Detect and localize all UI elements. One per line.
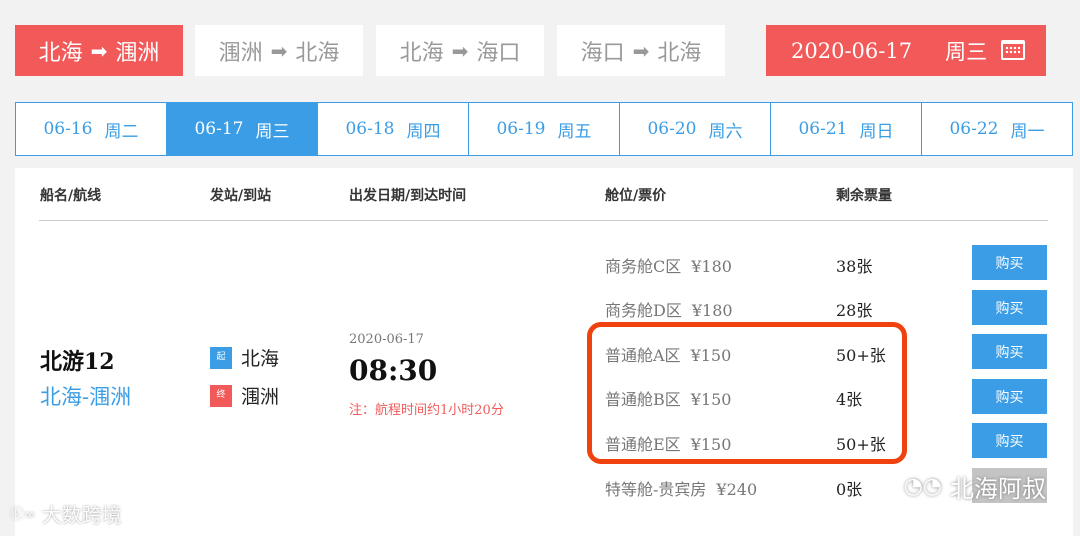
tab-date-0619[interactable]: 06-19 周五 — [469, 103, 620, 155]
header-ship: 船名/航线 — [40, 188, 102, 204]
buy-button[interactable]: 购买 — [972, 379, 1047, 414]
tab-date-0618[interactable]: 06-18 周四 — [318, 103, 469, 155]
tab-weekday: 周日 — [859, 121, 894, 142]
tab-weekday: 周五 — [557, 121, 592, 142]
start-station: 起 北海 — [210, 344, 279, 371]
route-beihai-haikou[interactable]: 北海 ➡ 海口 — [376, 25, 544, 76]
tab-date-0620[interactable]: 06-20 周六 — [620, 103, 771, 155]
watermark-right-text: 北海阿叔 — [950, 475, 1046, 503]
wechat-icon: ◔◔ — [903, 474, 942, 499]
route-from: 北海 — [399, 40, 444, 66]
tab-weekday: 周二 — [104, 121, 139, 142]
cabin-price: ¥180 — [691, 301, 733, 320]
route-weizhou-beihai[interactable]: 涠洲 ➡ 北海 — [195, 25, 363, 76]
date-picker-button[interactable]: 2020-06-17 周三 — [766, 25, 1046, 76]
end-station: 终 涠洲 — [210, 382, 279, 409]
route-to: 涠洲 — [115, 40, 160, 66]
route-from: 涠洲 — [218, 40, 263, 66]
cabin-row: 商务舱D区 ¥180 — [605, 297, 733, 321]
tab-date: 06-22 — [949, 119, 999, 139]
route-to: 北海 — [657, 40, 702, 66]
tab-date: 06-16 — [43, 119, 93, 139]
arrow-right-icon: ➡ — [270, 38, 288, 63]
tab-weekday: 周三 — [255, 121, 290, 142]
tab-date: 06-20 — [647, 119, 697, 139]
tab-date-0617[interactable]: 06-17 周三 — [167, 103, 318, 155]
tab-date: 06-17 — [194, 119, 244, 139]
arrow-right-icon: ➡ — [90, 38, 108, 63]
ship-route: 北海-涠洲 — [40, 385, 132, 409]
watermark-right: ◔◔ 北海阿叔 — [904, 469, 1046, 504]
watermark-left-text: 大数跨境 — [41, 503, 122, 527]
start-station-name: 北海 — [241, 348, 280, 370]
remaining-tickets: 28张 — [836, 301, 873, 320]
header-cabin: 舱位/票价 — [605, 188, 667, 204]
header-divider — [39, 220, 1048, 221]
remaining-tickets: 38张 — [836, 257, 873, 276]
departure-date: 2020-06-17 — [349, 332, 424, 347]
departure-time: 08:30 — [349, 354, 438, 387]
tab-date-0621[interactable]: 06-21 周日 — [771, 103, 922, 155]
tab-date: 06-21 — [798, 119, 848, 139]
tab-weekday: 周一 — [1010, 121, 1045, 142]
route-from: 海口 — [580, 40, 625, 66]
date-tabs: 06-16 周二 06-17 周三 06-18 周四 06-19 周五 06-2… — [15, 102, 1073, 156]
tab-date-0616[interactable]: 06-16 周二 — [16, 103, 167, 155]
tab-date: 06-19 — [496, 119, 546, 139]
end-station-name: 涠洲 — [241, 386, 280, 408]
arrow-right-icon: ➡ — [632, 38, 650, 63]
duration-note: 注：航程时间约1小时20分 — [349, 403, 504, 418]
selected-date: 2020-06-17 — [791, 38, 913, 63]
calendar-icon[interactable] — [1001, 40, 1025, 60]
route-from: 北海 — [38, 40, 83, 66]
cabin-name: 商务舱C区 — [605, 257, 682, 276]
header-remain: 剩余票量 — [836, 188, 892, 204]
cabin-price: ¥180 — [691, 257, 732, 276]
cabin-name: 商务舱D区 — [605, 301, 682, 320]
end-badge: 终 — [210, 384, 232, 407]
buy-button[interactable]: 购买 — [972, 245, 1047, 280]
cabin-name: 特等舱-贵宾房 — [605, 480, 707, 499]
watermark-logo-icon: ⓚ∞ — [10, 506, 36, 523]
header-time: 出发日期/到达时间 — [349, 188, 467, 204]
watermark-left: ⓚ∞ 大数跨境 — [10, 499, 122, 528]
start-badge: 起 — [210, 346, 232, 369]
tab-date: 06-18 — [345, 119, 395, 139]
header-station: 发站/到站 — [210, 188, 272, 204]
ship-name: 北游12 — [40, 349, 115, 375]
buy-button[interactable]: 购买 — [972, 334, 1047, 369]
arrow-right-icon: ➡ — [451, 38, 469, 63]
route-to: 海口 — [476, 40, 521, 66]
route-beihai-weizhou[interactable]: 北海 ➡ 涠洲 — [15, 25, 183, 76]
tab-date-0622[interactable]: 06-22 周一 — [922, 103, 1072, 155]
cabin-price: ¥240 — [716, 480, 758, 499]
highlight-box — [587, 322, 907, 464]
tab-weekday: 周四 — [406, 121, 441, 142]
buy-button[interactable]: 购买 — [972, 290, 1047, 325]
selected-weekday: 周三 — [945, 39, 988, 64]
route-bar: 北海 ➡ 涠洲 涠洲 ➡ 北海 北海 ➡ 海口 海口 ➡ 北海 2020-06-… — [15, 25, 1046, 77]
buy-button[interactable]: 购买 — [972, 423, 1047, 458]
cabin-row: 特等舱-贵宾房 ¥240 — [605, 476, 757, 500]
remaining-tickets: 0张 — [836, 480, 863, 499]
route-to: 北海 — [295, 40, 340, 66]
route-haikou-beihai[interactable]: 海口 ➡ 北海 — [557, 25, 725, 76]
cabin-row: 商务舱C区 ¥180 — [605, 253, 732, 277]
tab-weekday: 周六 — [708, 121, 743, 142]
